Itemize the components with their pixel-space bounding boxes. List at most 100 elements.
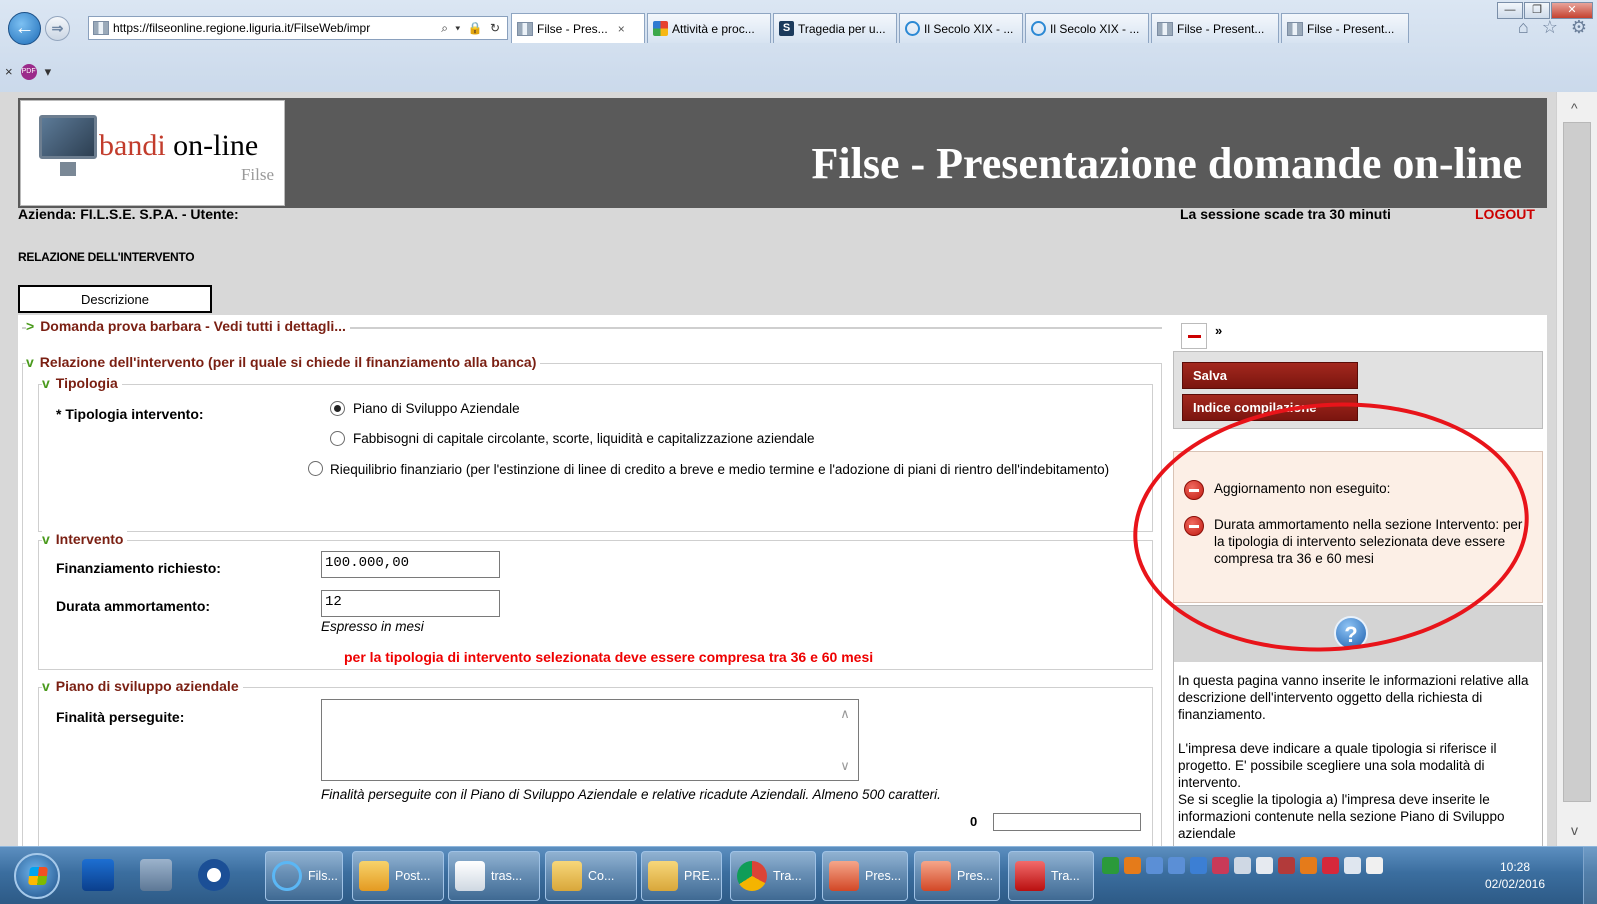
task-pres-1[interactable]: Pres... <box>822 851 908 901</box>
radio-fabbisogni[interactable]: Fabbisogni di capitale circolante, scort… <box>330 429 1150 448</box>
address-url[interactable]: https://filseonline.regione.liguria.it/F… <box>113 21 370 35</box>
error-message: Aggiornamento non eseguito: <box>1184 480 1529 500</box>
radio-riequilibrio[interactable]: Riequilibrio finanziario (per l'estinzio… <box>308 459 1128 479</box>
tab-filse-active[interactable]: Filse - Pres... × <box>511 13 645 43</box>
tab-secolo-1[interactable]: Il Secolo XIX - ... <box>899 13 1023 43</box>
scroll-up-icon[interactable]: ^ <box>1571 100 1578 116</box>
save-button[interactable]: Salva <box>1182 362 1358 389</box>
command-bar: × PDF ▾ <box>0 46 1597 92</box>
char-counter-bar <box>993 813 1141 831</box>
radio-piano-sviluppo[interactable]: Piano di Sviluppo Aziendale <box>330 399 1150 418</box>
app-icon[interactable] <box>198 859 230 891</box>
task-chrome[interactable]: Tra... <box>730 851 816 901</box>
radio-label: Piano di Sviluppo Aziendale <box>353 401 520 416</box>
index-button[interactable]: Indice compilazione <box>1182 394 1358 421</box>
finalita-textarea[interactable]: ∧ ∨ <box>321 699 859 781</box>
pdf-icon[interactable]: PDF <box>20 64 37 80</box>
finalita-label: Finalità perseguite: <box>56 709 185 725</box>
finanziamento-input[interactable]: 100.000,00 <box>321 551 500 578</box>
section-relazione[interactable]: v Relazione dell'intervento (per il quale… <box>26 354 541 370</box>
tab-label: Il Secolo XIX - ... <box>924 21 1014 36</box>
arrow-right-icon: ⇒ <box>51 20 64 36</box>
arrow-left-icon: ← <box>14 17 35 39</box>
section-intervento[interactable]: v Intervento <box>42 531 128 547</box>
collapse-panel-icon[interactable] <box>1181 323 1207 349</box>
tray-icon[interactable] <box>1168 857 1185 874</box>
start-button[interactable] <box>14 853 60 899</box>
tray-icon[interactable] <box>1124 857 1141 874</box>
scroll-down-icon[interactable]: v <box>1571 822 1578 838</box>
radio-unselected-icon[interactable] <box>308 461 323 476</box>
tray-icon[interactable] <box>1146 857 1163 874</box>
close-tab-icon[interactable]: × <box>618 22 625 36</box>
task-ie[interactable]: Fils... <box>265 851 343 901</box>
tab-filse-2[interactable]: Filse - Present... <box>1151 13 1279 43</box>
task-outlook[interactable]: Post... <box>352 851 444 901</box>
chevron-down-icon[interactable]: ▾ <box>45 64 52 80</box>
tray-icon[interactable] <box>1278 857 1295 874</box>
filse-icon <box>517 21 533 36</box>
network-icon[interactable] <box>1344 857 1361 874</box>
logo-text: bandi on-line <box>99 129 259 162</box>
section-tipologia[interactable]: v Tipologia <box>42 375 122 391</box>
tab-secolo-2[interactable]: Il Secolo XIX - ... <box>1025 13 1149 43</box>
home-star-gear-icons[interactable]: ⌂ ☆ ⚙ <box>1518 17 1591 38</box>
volume-icon[interactable] <box>1366 857 1383 874</box>
browser-window: — ❐ ✕ ← ⇒ https://filseonline.regione.li… <box>0 0 1597 904</box>
address-bar[interactable]: https://filseonline.regione.liguria.it/F… <box>88 16 508 40</box>
ie-icon <box>272 861 302 891</box>
close-bar-icon[interactable]: × <box>5 64 13 79</box>
textarea-scrollbar[interactable]: ∧ ∨ <box>832 700 858 780</box>
scroll-thumb[interactable] <box>1563 122 1591 802</box>
radio-unselected-icon[interactable] <box>330 431 345 446</box>
error-stop-icon <box>1184 480 1204 500</box>
section-domanda[interactable]: > Domanda prova barbara - Vedi tutti i de… <box>26 318 350 334</box>
logout-link[interactable]: LOGOUT <box>1475 206 1535 222</box>
system-tray <box>1102 857 1383 874</box>
radio-label: Riequilibrio finanziario (per l'estinzio… <box>330 462 1110 477</box>
address-tools[interactable]: ⌕ ▾ 🔒 ↻ <box>441 21 507 36</box>
chrome-icon <box>737 861 767 891</box>
task-word[interactable]: tras... <box>448 851 540 901</box>
durata-input[interactable]: 12 <box>321 590 500 617</box>
activity-icon <box>653 21 668 36</box>
bandi-online-logo[interactable]: bandi on-line Filse <box>20 100 285 206</box>
forward-button[interactable]: ⇒ <box>45 16 70 41</box>
tray-icon[interactable] <box>1322 857 1339 874</box>
tray-icon[interactable] <box>1234 857 1251 874</box>
task-pres-2[interactable]: Pres... <box>914 851 1000 901</box>
outlook-icon[interactable] <box>82 859 114 891</box>
azienda-user-info: Azienda: FI.L.S.E. S.P.A. - Utente: <box>18 206 239 222</box>
tab-filse-3[interactable]: Filse - Present... <box>1281 13 1409 43</box>
calculator-icon[interactable] <box>140 859 172 891</box>
section-piano[interactable]: v Piano di sviluppo aziendale <box>42 678 243 694</box>
show-desktop-button[interactable] <box>1583 847 1597 904</box>
tray-icon[interactable] <box>1190 857 1207 874</box>
chevron-up-icon[interactable]: ∧ <box>840 706 850 722</box>
clock[interactable]: 10:28 02/02/2016 <box>1480 859 1550 893</box>
double-chevron-right-icon[interactable]: » <box>1215 323 1222 338</box>
task-folder-co[interactable]: Co... <box>545 851 637 901</box>
tray-icon[interactable] <box>1300 857 1317 874</box>
back-button[interactable]: ← <box>8 12 41 45</box>
tab-descrizione[interactable]: Descrizione <box>18 285 212 313</box>
task-pdf[interactable]: Tra... <box>1008 851 1094 901</box>
s-news-icon: S <box>779 21 794 36</box>
flag-icon[interactable] <box>1256 857 1273 874</box>
presentation-icon <box>921 861 951 891</box>
task-folder-pre[interactable]: PRE... <box>641 851 722 901</box>
help-paragraph: L'impresa deve indicare a quale tipologi… <box>1178 741 1497 790</box>
tab-label: Filse - Present... <box>1307 21 1395 36</box>
chevron-down-icon[interactable]: ∨ <box>840 758 850 774</box>
tab-attivita[interactable]: Attività e proc... <box>647 13 771 43</box>
help-icon[interactable]: ? <box>1334 616 1368 650</box>
page-scrollbar[interactable]: ^ v <box>1556 92 1597 846</box>
radio-selected-icon[interactable] <box>330 401 345 416</box>
tray-icon[interactable] <box>1102 857 1119 874</box>
tab-label: Il Secolo XIX - ... <box>1050 21 1140 36</box>
clock-date: 02/02/2016 <box>1484 877 1546 891</box>
tab-tragedia[interactable]: S Tragedia per u... <box>773 13 897 43</box>
chevron-down-icon: v <box>42 531 50 547</box>
tray-icon[interactable] <box>1212 857 1229 874</box>
tab-label: Filse - Present... <box>1177 21 1265 36</box>
